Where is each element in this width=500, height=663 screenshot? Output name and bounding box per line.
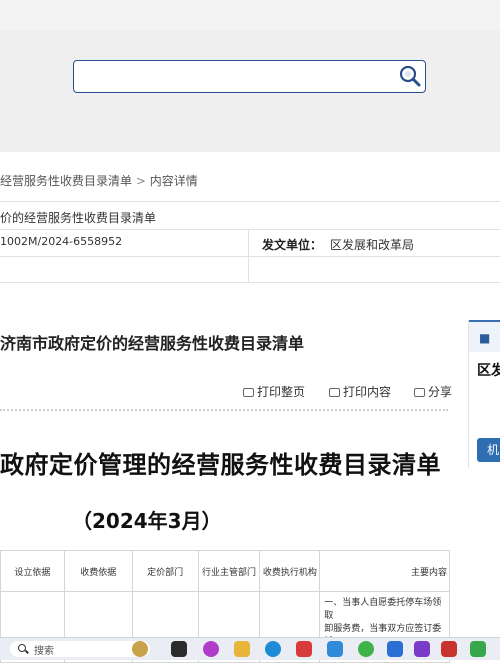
app-icon-green[interactable] [470,641,486,657]
task-view-icon[interactable] [171,641,187,657]
issuer-label: 发文单位： [262,238,323,252]
table-header: 行业主管部门 [197,550,261,592]
divider [0,229,500,230]
side-panel-button[interactable]: 机 [477,438,500,462]
file-explorer-icon[interactable] [234,641,250,657]
search-box [73,60,426,93]
app-icon-red[interactable] [441,641,457,657]
search-input[interactable] [82,62,396,92]
divider [0,201,500,202]
divider [0,282,500,283]
document-heading: 政府定价管理的经营服务性收费目录清单 [0,451,441,479]
issuer-value: 区发展和改革局 [330,238,415,252]
cloud-icon[interactable] [327,641,343,657]
breadcrumb: 经营服务性收费目录清单 > 内容详情 [0,172,198,189]
print-page-button[interactable]: 打印整页 [243,383,305,400]
wechat-icon[interactable] [358,641,374,657]
table-header: 主要内容 [319,550,450,592]
browser-top-strip [0,0,500,30]
side-panel: ■ 区发 机 [468,320,500,468]
share-label: 分享 [428,385,453,399]
breadcrumb-current: 内容详情 [149,174,198,188]
article-title: 济南市政府定价的经营服务性收费目录清单 [0,334,305,353]
table-header: 设立依据 [0,550,65,592]
table-header: 定价部门 [131,550,199,592]
printer-icon [329,388,340,397]
print-page-label: 打印整页 [257,385,306,399]
edge-icon[interactable] [265,641,281,657]
taskbar-search-label: 搜索 [34,646,54,657]
print-content-button[interactable]: 打印内容 [329,383,391,400]
meta-title: 价的经营服务性收费目录清单 [0,211,157,225]
meta-index-code: 1002M/2024-6558952 [0,235,123,248]
search-icon [18,644,26,652]
print-content-label: 打印内容 [343,385,392,399]
search-icon[interactable] [397,63,423,89]
side-panel-tab[interactable]: ■ [469,320,500,352]
breadcrumb-link[interactable]: 经营服务性收费目录清单 [0,174,132,188]
divider [0,256,500,257]
taskbar-search[interactable]: 搜索 [10,641,150,657]
weather-icon[interactable] [132,641,148,657]
table-header: 收费依据 [63,550,133,592]
store-icon[interactable] [296,641,312,657]
app-icon[interactable] [387,641,403,657]
share-icon [414,388,425,397]
table-header-row: 设立依据 收费依据 定价部门 行业主管部门 收费执行机构 主要内容 [0,550,450,592]
building-icon: ■ [479,331,491,345]
document-subheading: （2024年3月） [72,509,222,533]
breadcrumb-separator: > [135,174,146,188]
share-button[interactable]: 分享 [414,383,452,400]
taskbar: 搜索 [0,637,500,660]
table-header: 收费执行机构 [259,550,321,592]
description-line: 一、当事人自愿委托停车场领取 [324,598,442,621]
copilot-icon[interactable] [203,641,219,657]
dotted-divider [0,409,448,411]
printer-icon [243,388,254,397]
side-panel-heading: 区发 [477,363,500,379]
onenote-icon[interactable] [414,641,430,657]
